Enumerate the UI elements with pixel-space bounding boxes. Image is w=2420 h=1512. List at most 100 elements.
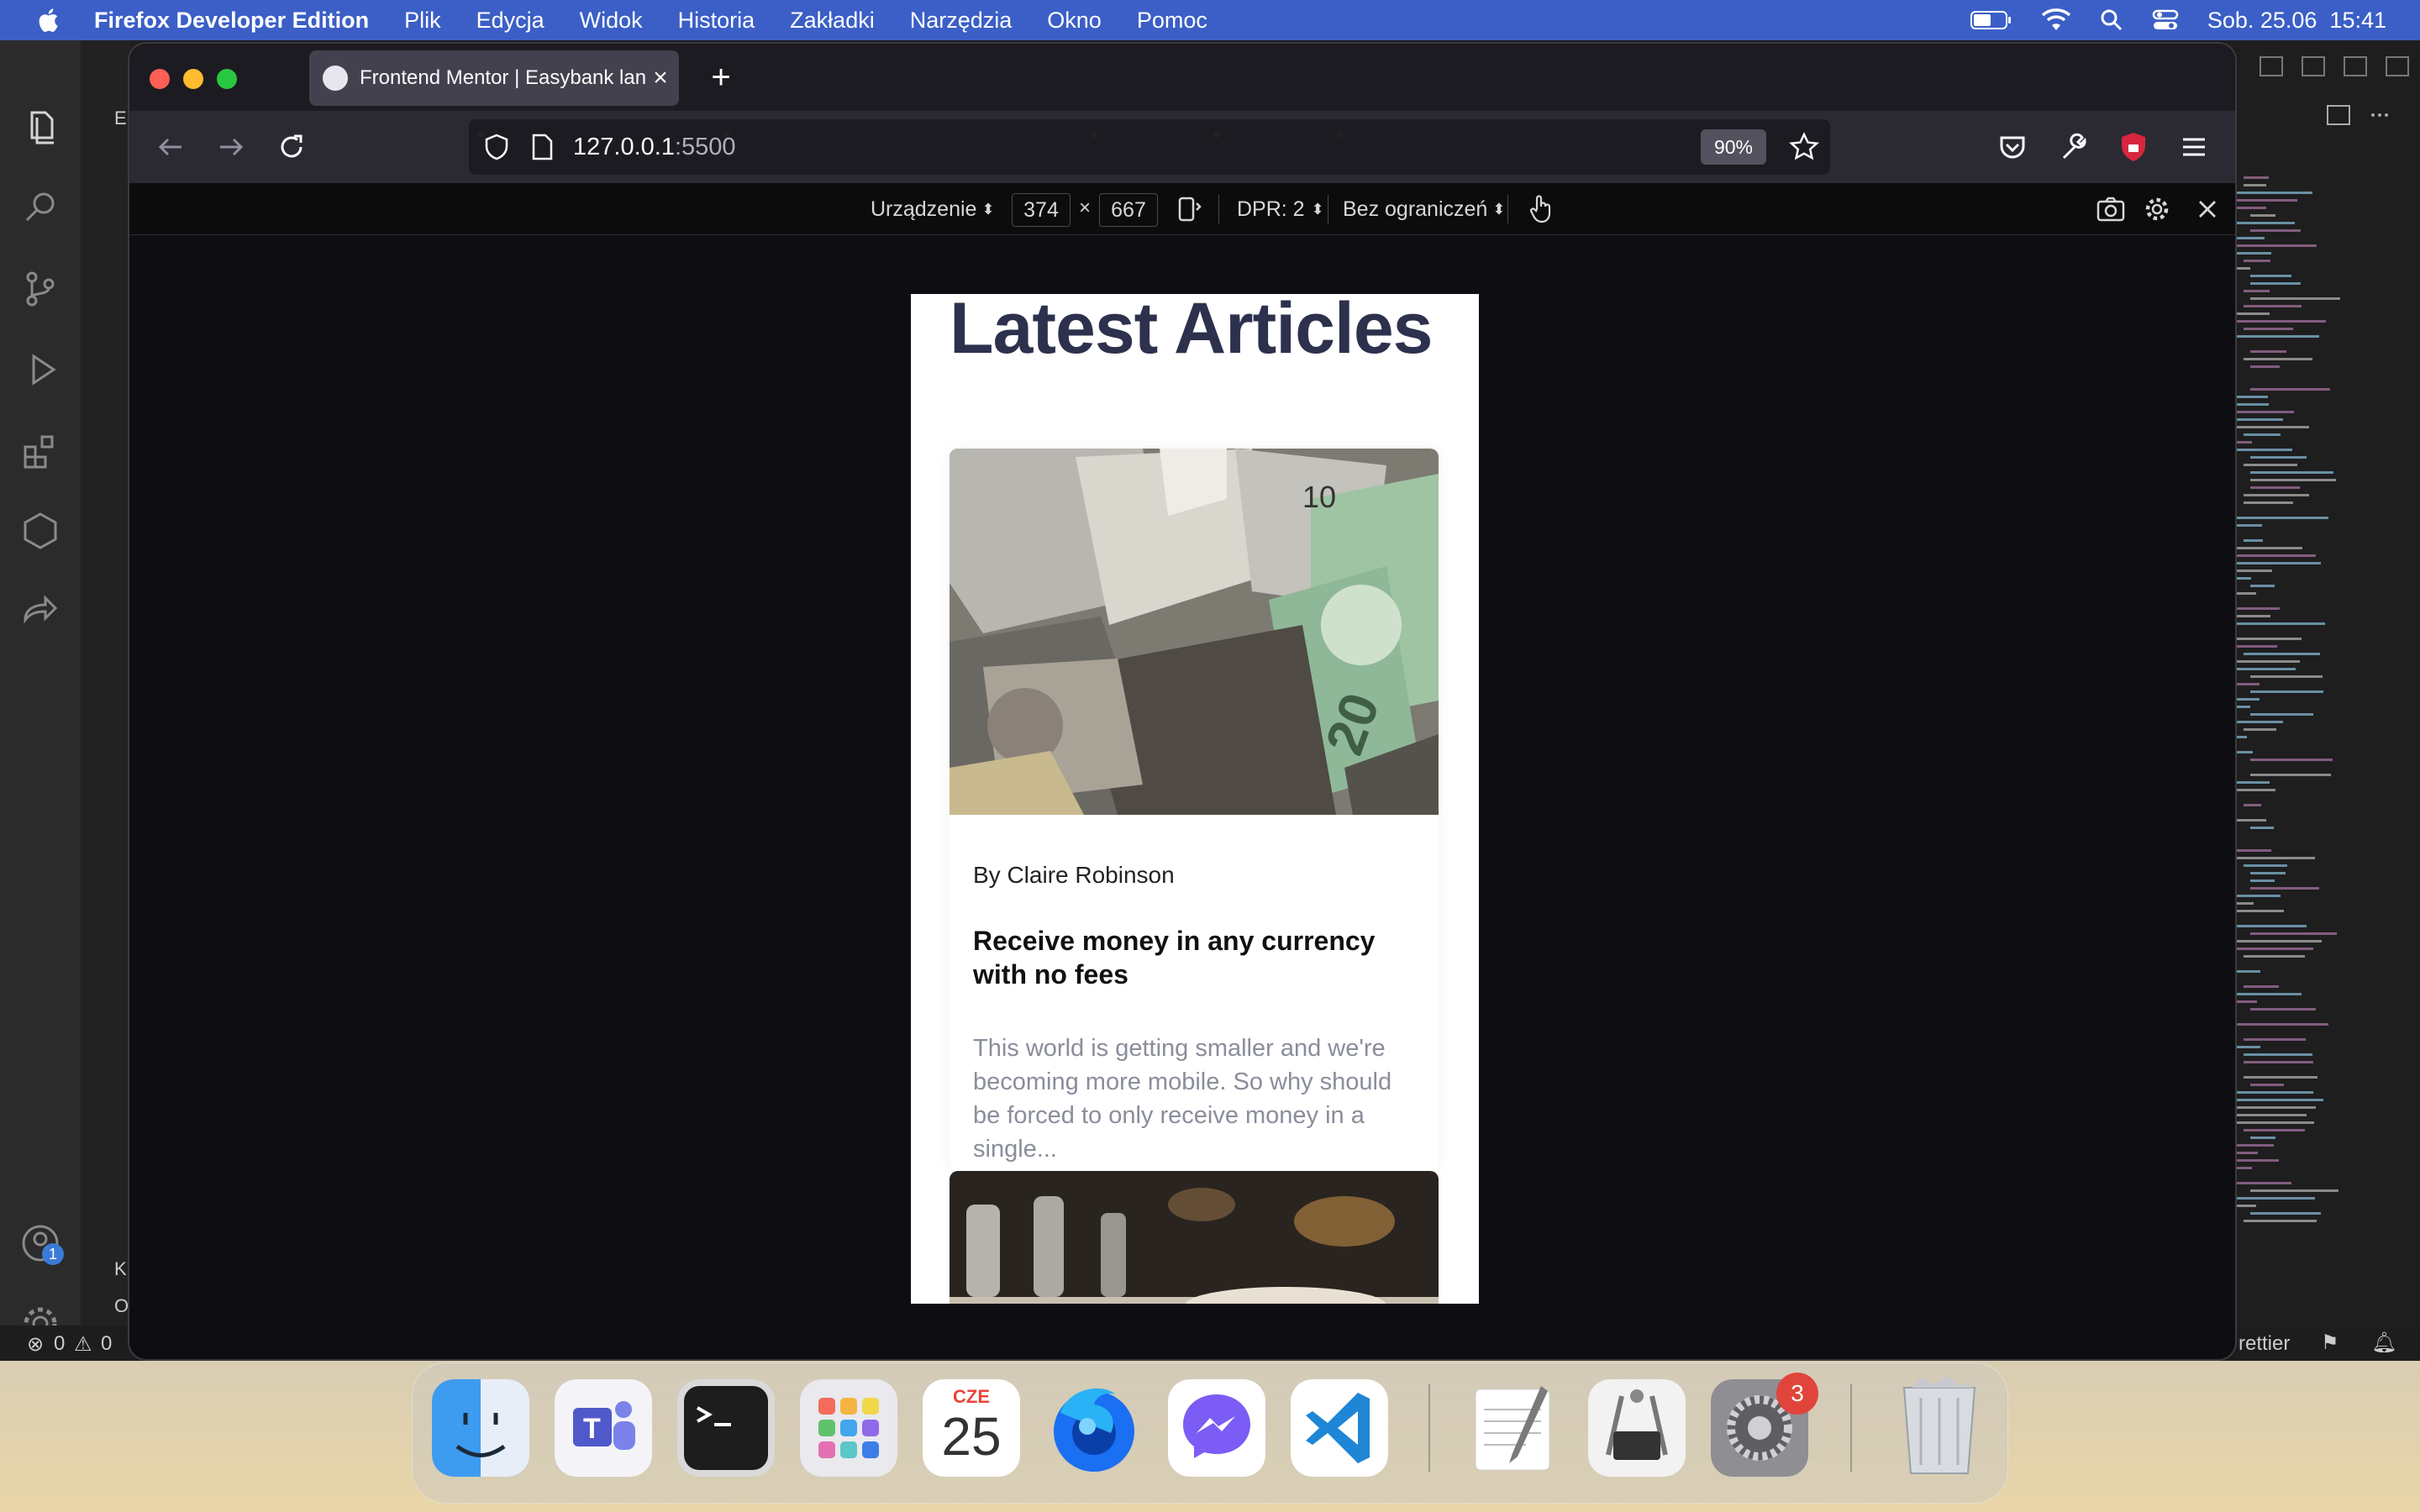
vscode-explorer-strip: E K O [81, 40, 131, 1326]
ublock-shield-icon[interactable] [2114, 128, 2153, 166]
minimap-code-line [2237, 622, 2325, 625]
bookmark-star-icon[interactable] [1788, 131, 1820, 163]
wifi-icon[interactable] [2041, 8, 2071, 32]
source-control-icon[interactable] [17, 265, 64, 312]
minimap-code-line [2230, 849, 2271, 852]
notifications-bell-icon[interactable]: 🔔︎ [2371, 1331, 2396, 1355]
remote-explorer-icon[interactable] [17, 507, 64, 554]
warning-icon[interactable]: ⚠ [74, 1332, 92, 1357]
viewport-height-input[interactable]: 667 [1099, 193, 1158, 227]
spotlight-search-icon[interactable] [2100, 8, 2123, 32]
article-image-restaurant[interactable] [950, 1171, 1439, 1304]
tracking-protection-shield-icon[interactable] [482, 133, 511, 161]
minimap-code-line [2244, 1076, 2317, 1079]
status-warnings[interactable]: 0 [101, 1332, 112, 1356]
window-zoom-button[interactable] [217, 69, 237, 89]
status-prettier[interactable]: rettier [2238, 1332, 2290, 1356]
mobile-viewport[interactable]: Latest Articles 10 20 By Claire Robinson… [911, 294, 1479, 1304]
page-info-icon[interactable] [529, 133, 555, 161]
minimap-code-line [2237, 312, 2270, 315]
menu-okno[interactable]: Okno [1047, 8, 1102, 34]
device-selector[interactable]: Urządzenie ⬍ [871, 183, 995, 235]
tab-close-icon[interactable]: × [647, 64, 674, 92]
textedit-icon[interactable] [1465, 1379, 1563, 1477]
trash-icon[interactable] [1887, 1373, 1991, 1477]
minimap-code-line [2250, 229, 2301, 232]
menu-edycja[interactable]: Edycja [476, 8, 544, 34]
firefox-developer-edition-icon[interactable] [1045, 1379, 1143, 1477]
minimap-code-line [2237, 645, 2277, 648]
terminal-icon[interactable] [677, 1379, 775, 1477]
menu-widok[interactable]: Widok [580, 8, 643, 34]
menu-app-name[interactable]: Firefox Developer Edition [94, 8, 369, 34]
calendar-app-icon[interactable]: CZE 25 [923, 1379, 1020, 1477]
live-share-icon[interactable] [17, 588, 64, 635]
new-tab-button[interactable]: + [697, 54, 744, 101]
window-close-button[interactable] [150, 69, 170, 89]
tab-frontend-mentor[interactable]: Frontend Mentor | Easybank landing page … [309, 50, 679, 106]
run-debug-icon[interactable] [17, 346, 64, 393]
minimap-code-line [2237, 562, 2321, 564]
menubar-clock[interactable]: Sob. 25.06 15:41 [2207, 8, 2386, 34]
minimap-code-line [2237, 252, 2271, 255]
error-icon[interactable]: ⊗ [27, 1332, 44, 1357]
minimap-code-line [2244, 864, 2287, 867]
menu-historia[interactable]: Historia [678, 8, 755, 34]
throttle-dropdown-icon: ⬍ [1492, 200, 1506, 218]
menu-zakladki[interactable]: Zakładki [790, 8, 875, 34]
article-card[interactable]: 10 20 By Claire Robinson Receive money i… [950, 449, 1439, 1171]
dpr-selector[interactable]: DPR: 2 ⬍ [1237, 183, 1324, 235]
minimap-code-line [2250, 774, 2331, 776]
search-icon[interactable] [17, 185, 64, 232]
extensions-icon[interactable] [17, 427, 64, 474]
explorer-files-icon[interactable] [17, 104, 64, 151]
minimap-code-line [2230, 403, 2269, 406]
explorer-letter-o[interactable]: O [114, 1295, 129, 1317]
apple-icon[interactable] [35, 6, 64, 34]
launchpad-icon[interactable] [800, 1379, 897, 1477]
viewport-width-input[interactable]: 374 [1012, 193, 1071, 227]
minimap-code-line [2237, 570, 2272, 572]
microsoft-teams-icon[interactable]: T [555, 1379, 652, 1477]
menu-pomoc[interactable]: Pomoc [1137, 8, 1207, 34]
touch-simulation-hand-icon[interactable] [1526, 193, 1556, 225]
dpr-dropdown-icon: ⬍ [1311, 200, 1324, 218]
close-rdm-icon[interactable] [2195, 197, 2220, 222]
article-headline[interactable]: Receive money in any currency with no fe… [973, 924, 1418, 991]
device-label: Urządzenie [871, 197, 977, 221]
messenger-icon[interactable] [1168, 1379, 1265, 1477]
pocket-icon[interactable] [1993, 128, 2032, 166]
frontend-mentor-favicon-icon [323, 66, 348, 91]
system-information-icon[interactable] [1588, 1379, 1686, 1477]
forward-arrow-icon[interactable] [212, 128, 250, 166]
vscode-icon[interactable] [1291, 1379, 1388, 1477]
minimap-code-line [2244, 464, 2297, 466]
hamburger-menu-icon[interactable] [2175, 128, 2213, 166]
screenshot-camera-icon[interactable] [2096, 195, 2126, 223]
minimap-code-line [2230, 244, 2317, 247]
battery-icon[interactable] [1970, 9, 2012, 31]
feedback-icon[interactable]: ⚑ [2321, 1331, 2339, 1355]
explorer-letter-k[interactable]: K [114, 1258, 127, 1280]
minimap-code-line [2244, 1220, 2317, 1222]
minimap-code-line [2237, 948, 2313, 950]
rotate-viewport-icon[interactable] [1175, 195, 1203, 223]
network-throttle-selector[interactable]: Bez ograniczeń ⬍ [1343, 183, 1505, 235]
minimap-code-line [2230, 411, 2294, 413]
finder-icon[interactable] [432, 1379, 529, 1477]
menu-narzedzia[interactable]: Narzędzia [910, 8, 1013, 34]
url-text[interactable]: 127.0.0.1:5500 [573, 134, 736, 161]
window-minimize-button[interactable] [183, 69, 203, 89]
status-errors[interactable]: 0 [54, 1332, 65, 1356]
control-center-icon[interactable] [2152, 8, 2179, 32]
article-image-currency[interactable]: 10 20 [950, 449, 1439, 815]
reload-icon[interactable] [272, 128, 311, 166]
minimap-code-line [2244, 358, 2312, 360]
back-arrow-icon[interactable] [151, 128, 190, 166]
rdm-settings-gear-icon[interactable] [2143, 195, 2171, 223]
zoom-indicator[interactable]: 90% [1701, 129, 1766, 165]
devtools-wrench-icon[interactable] [2054, 128, 2092, 166]
menu-plik[interactable]: Plik [404, 8, 441, 34]
minimap-code-line [2237, 683, 2260, 685]
url-bar[interactable]: 127.0.0.1:5500 90% [469, 119, 1830, 175]
